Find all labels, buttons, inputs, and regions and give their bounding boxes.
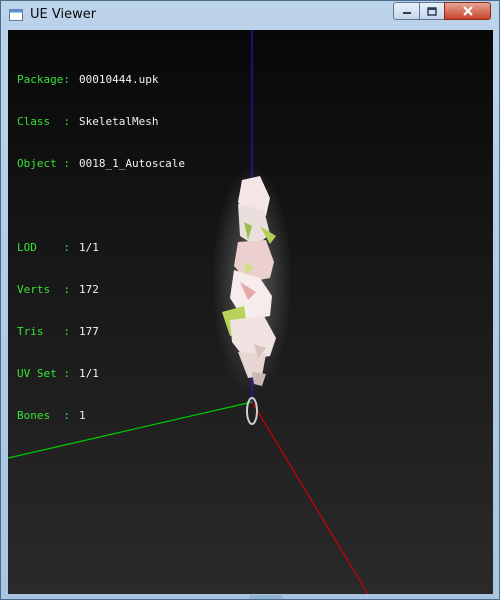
close-button[interactable] <box>444 2 491 20</box>
object-label: Object : <box>17 157 70 170</box>
bones-label: Bones : <box>17 409 70 422</box>
info-row-package: Package: 00010444.upk <box>17 73 185 87</box>
minimize-button[interactable] <box>393 2 420 20</box>
info-row-verts: Verts : 172 <box>17 283 185 297</box>
uvset-label: UV Set : <box>17 367 70 380</box>
lod-label: LOD : <box>17 241 70 254</box>
maximize-button[interactable] <box>419 2 445 20</box>
window-title: UE Viewer <box>30 7 97 22</box>
3d-viewport[interactable]: Package: 00010444.upk Class : SkeletalMesh… <box>8 30 493 594</box>
tris-value: 177 <box>79 325 99 338</box>
x-axis-line <box>251 401 369 594</box>
verts-value: 172 <box>79 283 99 296</box>
info-row-uvset: UV Set : 1/1 <box>17 367 185 381</box>
maximize-icon <box>427 6 437 16</box>
title-bar[interactable]: UE Viewer <box>1 1 499 29</box>
bones-value: 1 <box>79 409 86 422</box>
tris-label: Tris : <box>17 325 70 338</box>
app-window: UE Viewer Package: 00010444.upk Class: … <box>0 0 500 600</box>
package-label: Package: <box>17 73 70 86</box>
class-value: SkeletalMesh <box>79 115 159 128</box>
info-row-class: Class : SkeletalMesh <box>17 115 185 129</box>
resize-grip[interactable] <box>249 595 283 599</box>
minimize-icon <box>402 12 411 14</box>
info-row-object: Object : 0018_1_Autoscale <box>17 157 185 171</box>
info-row-lod: LOD : 1/1 <box>17 241 185 255</box>
mesh-info-panel: Package: 00010444.upk Class : SkeletalMesh… <box>17 45 185 451</box>
package-value: 00010444.upk <box>79 73 159 86</box>
close-icon <box>462 6 473 16</box>
info-row-bones: Bones : 1 <box>17 409 185 423</box>
class-label: Class : <box>17 115 70 128</box>
lod-value: 1/1 <box>79 241 99 254</box>
verts-label: Verts : <box>17 283 70 296</box>
app-window-icon <box>9 9 23 21</box>
object-value: 0018_1_Autoscale <box>79 157 185 170</box>
info-row-tris: Tris : 177 <box>17 325 185 339</box>
uvset-value: 1/1 <box>79 367 99 380</box>
